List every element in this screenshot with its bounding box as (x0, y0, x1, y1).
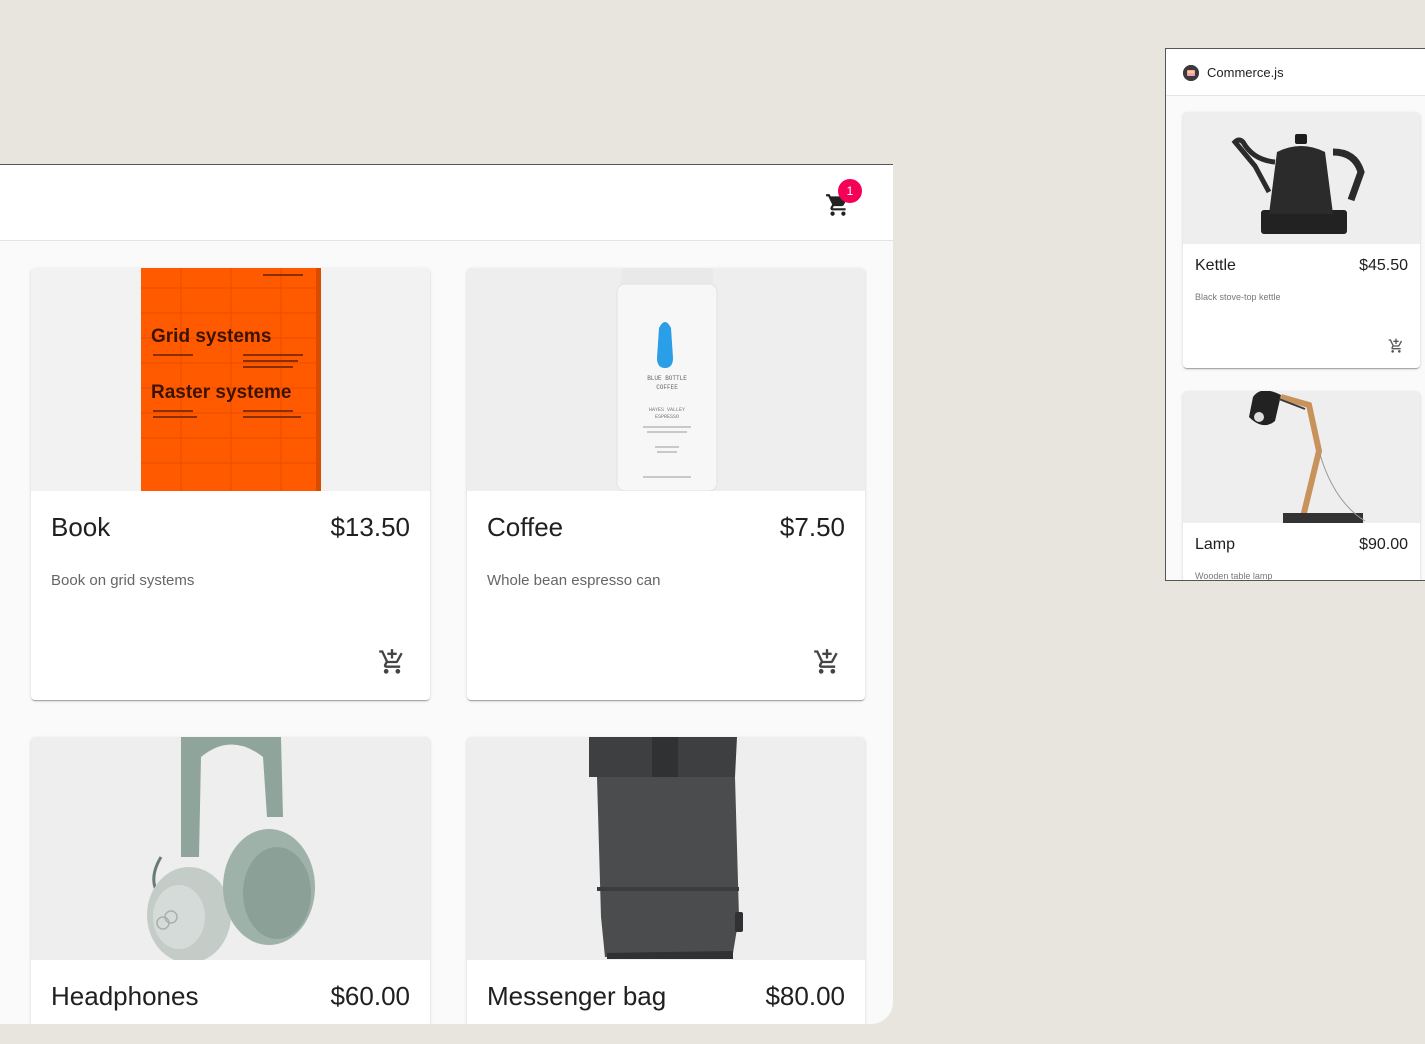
product-card-book: Grid systems Raster systeme Book $13.50 … (31, 268, 430, 700)
product-description: Wooden table lamp (1195, 571, 1273, 581)
product-name: Coffee (487, 512, 564, 542)
product-image (1183, 391, 1420, 523)
product-price: $13.50 (330, 512, 410, 542)
product-image (31, 737, 430, 960)
product-image (467, 737, 865, 960)
commerce-logo-icon (1183, 65, 1199, 81)
product-price: $80.00 (765, 981, 845, 1011)
product-price: $90.00 (1359, 536, 1408, 553)
add-to-cart-icon (814, 649, 838, 674)
main-window: 1 Grid systems Raster systeme Book $13.5… (0, 164, 893, 1024)
coffee-label-3: HAYES VALLEY (649, 407, 685, 413)
app-bar: 1 (0, 165, 893, 241)
coffee-label-1: BLUE BOTTLE (647, 375, 687, 382)
coffee-label-4: ESPRESSO (655, 414, 679, 420)
product-name: Lamp (1195, 536, 1236, 553)
book-cover-title-2: Raster systeme (151, 382, 291, 403)
product-card-messenger-bag: Messenger bag $80.00 (467, 737, 865, 1024)
product-name: Kettle (1195, 257, 1236, 274)
product-description: Black stove-top kettle (1195, 292, 1281, 302)
product-name: Book (51, 512, 111, 542)
product-price: $7.50 (779, 512, 845, 542)
book-cover-title-1: Grid systems (151, 326, 271, 347)
add-to-cart-button[interactable] (1388, 338, 1404, 354)
add-to-cart-icon (1388, 338, 1403, 353)
app-title: Commerce.js (1207, 65, 1284, 80)
product-description: Book on grid systems (51, 572, 195, 589)
cart-count-badge: 1 (838, 179, 862, 203)
coffee-label-2: COFFEE (656, 384, 678, 391)
product-price: $60.00 (330, 981, 410, 1011)
product-name: Headphones (51, 981, 199, 1011)
product-card-coffee: BLUE BOTTLE COFFEE HAYES VALLEY ESPRESSO… (467, 268, 865, 700)
product-image: Grid systems Raster systeme (31, 268, 430, 491)
add-to-cart-button[interactable] (378, 648, 406, 676)
product-image: BLUE BOTTLE COFFEE HAYES VALLEY ESPRESSO (467, 268, 865, 491)
product-card-lamp: Lamp $90.00 Wooden table lamp (1183, 391, 1420, 581)
app-bar: Commerce.js (1166, 49, 1425, 96)
product-card-headphones: Headphones $60.00 (31, 737, 430, 1024)
product-card-kettle: Kettle $45.50 Black stove-top kettle (1183, 112, 1420, 368)
product-name: Messenger bag (487, 981, 667, 1011)
product-image (1183, 112, 1420, 244)
product-description: Whole bean espresso can (487, 572, 661, 589)
mini-window: Commerce.js Kettle $45.50 Black stove-to… (1165, 48, 1425, 581)
add-to-cart-icon (379, 649, 403, 674)
add-to-cart-button[interactable] (813, 648, 841, 676)
product-price: $45.50 (1359, 257, 1408, 274)
